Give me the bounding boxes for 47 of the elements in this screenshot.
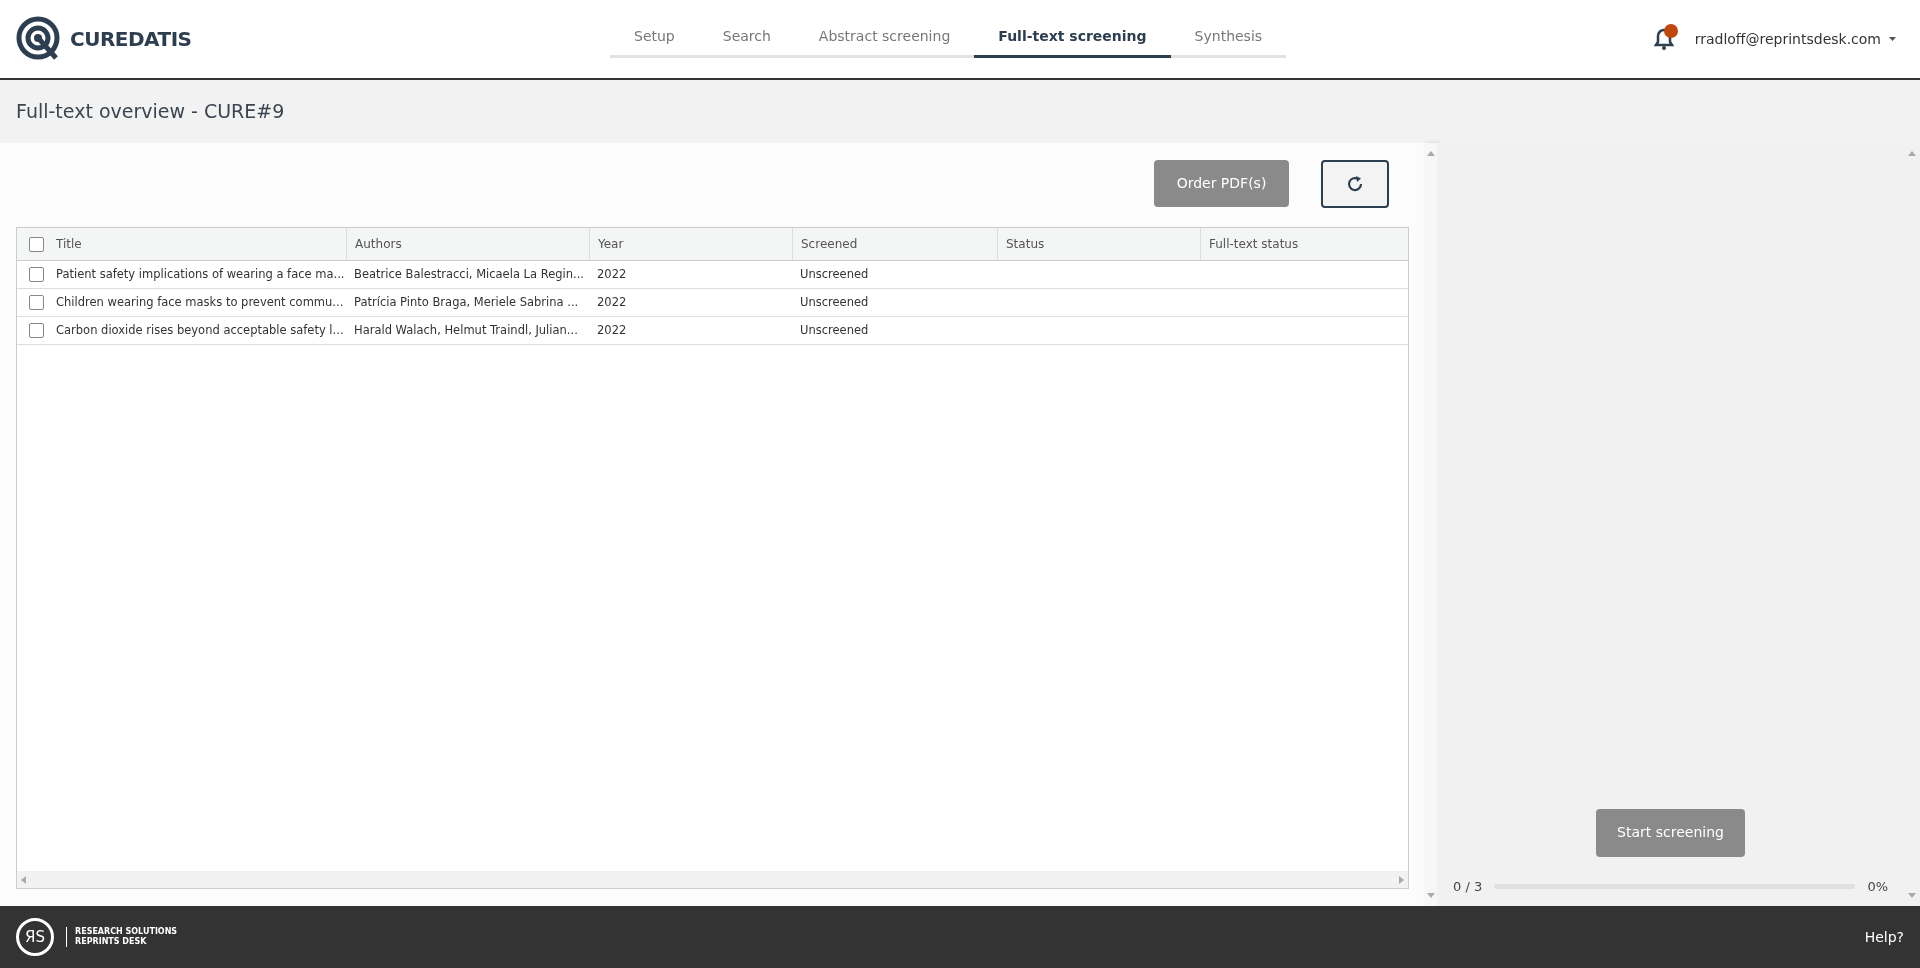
checkbox[interactable] [29, 236, 44, 252]
table-cell-text: Patient safety implications of wearing a face ma... [56, 265, 345, 283]
scroll-left-icon[interactable] [21, 875, 26, 884]
checkbox[interactable] [29, 323, 44, 338]
scroll-up-icon[interactable] [1908, 151, 1916, 156]
table-cell-text: Unscreened [800, 265, 869, 283]
table-cell-text: Carbon dioxide rises beyond acceptable safety l... [56, 321, 344, 339]
nav-tab[interactable]: Search [698, 18, 795, 58]
column-header[interactable]: Status [1006, 235, 1045, 253]
column-header[interactable]: Title [56, 235, 82, 253]
column-header[interactable]: Authors [355, 235, 402, 253]
table-cell-text: Unscreened [800, 293, 869, 311]
scroll-right-icon[interactable] [1399, 875, 1404, 884]
scroll-down-icon[interactable] [1427, 893, 1435, 898]
logo-text: CUREDATIS [70, 26, 192, 53]
nav-tab[interactable]: Full-text screening [974, 18, 1171, 58]
user-menu[interactable]: rradloff@reprintsdesk.com [1694, 28, 1896, 50]
refresh-icon [1346, 175, 1364, 193]
table-cell-text: Children wearing face masks to prevent commu... [56, 293, 344, 311]
column-header[interactable]: Screened [801, 235, 858, 253]
nav-tab[interactable]: Abstract screening [794, 18, 975, 58]
table-cell-text: Patrícia Pinto Braga, Meriele Sabrina ... [354, 293, 579, 311]
nav-tab[interactable]: Synthesis [1170, 18, 1287, 58]
table-cell-text: Unscreened [800, 321, 869, 339]
nav-tab[interactable]: Setup [610, 18, 699, 58]
logo-mark: ЯS [16, 918, 54, 956]
table-cell-text: 2022 [597, 265, 627, 283]
logo-text: RESEARCH SOLUTIONS [75, 927, 178, 937]
column-header[interactable]: Full-text status [1209, 235, 1299, 253]
table-cell-text: Harald Walach, Helmut Traindl, Julian... [354, 321, 578, 339]
table-cell-text: 2022 [597, 293, 627, 311]
page-title: Full-text overview - CURE#9 [16, 99, 285, 125]
checkbox[interactable] [29, 267, 44, 282]
table-cell-text: 2022 [597, 321, 627, 339]
column-header[interactable]: Year [598, 235, 624, 253]
caret-icon [1889, 37, 1896, 41]
table-cell-text: Beatrice Balestracci, Micaela La Regin... [354, 265, 584, 283]
scroll-up-icon[interactable] [1427, 151, 1435, 156]
logo-text: REPRINTS DESK [75, 937, 148, 947]
bell-icon[interactable] [1652, 26, 1675, 52]
progress-percent: 0% [1867, 877, 1888, 896]
help-link[interactable]: Help? [1864, 926, 1904, 948]
scroll-down-icon[interactable] [1908, 893, 1916, 898]
progress-count: 0 / 3 [1453, 877, 1483, 896]
refresh-button[interactable] [1321, 160, 1389, 208]
logo-icon [16, 16, 62, 62]
checkbox[interactable] [29, 295, 44, 310]
